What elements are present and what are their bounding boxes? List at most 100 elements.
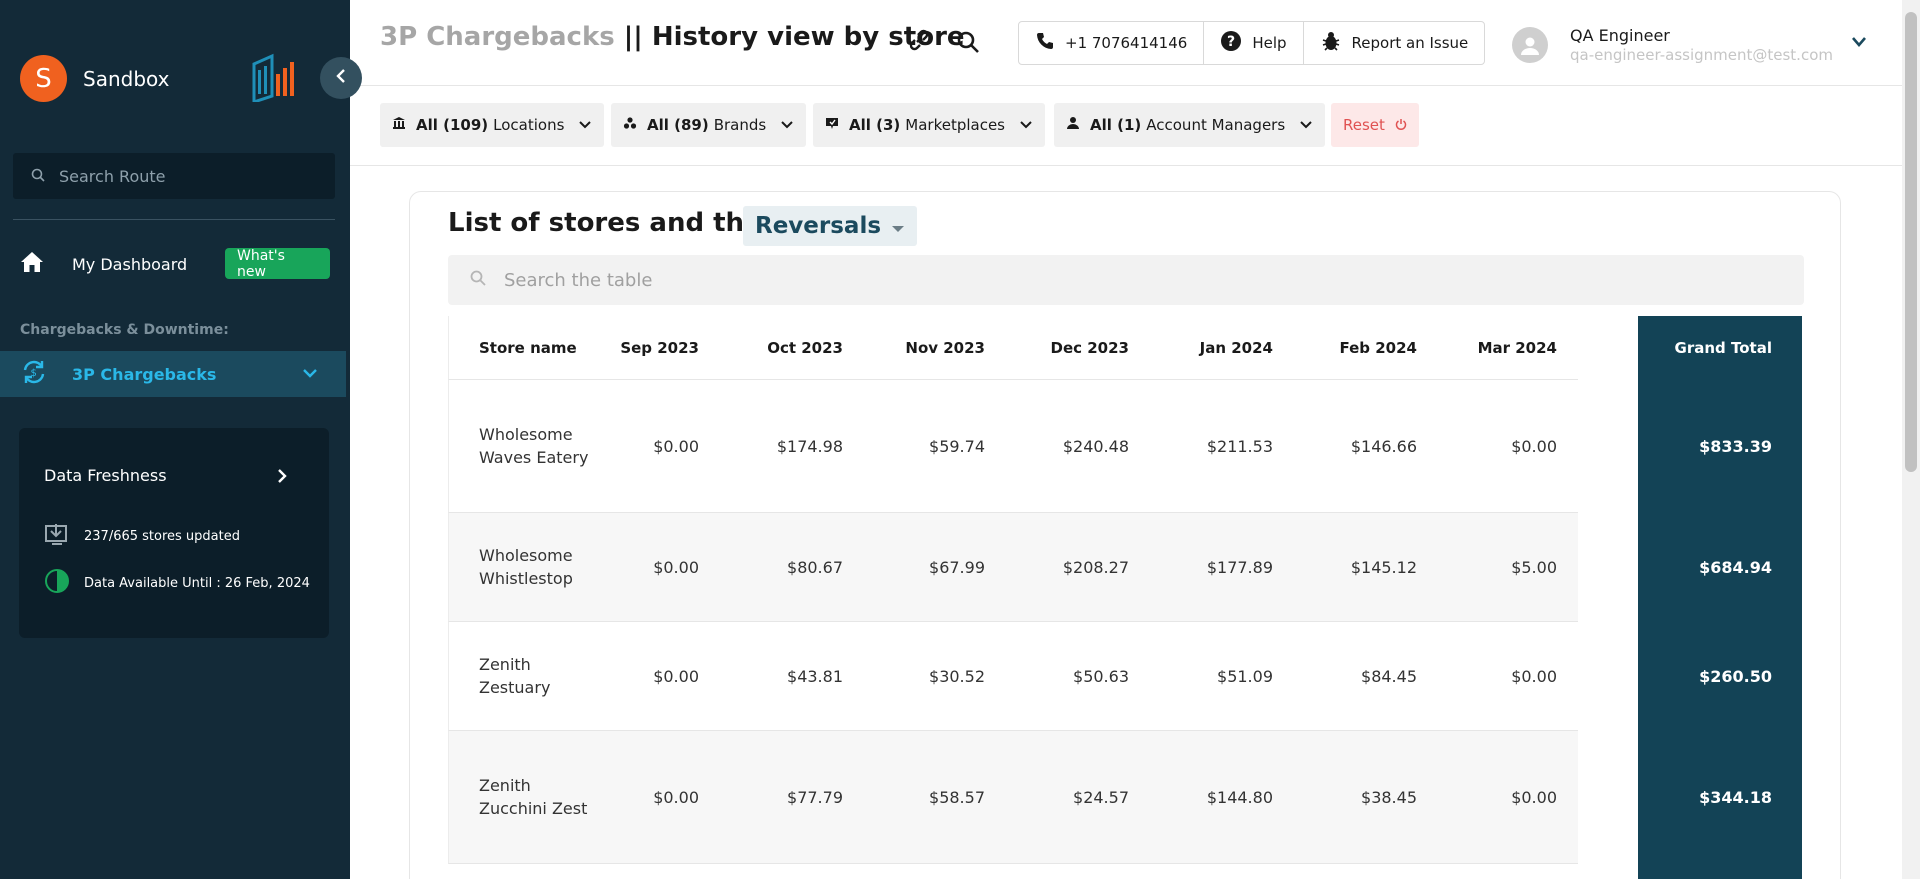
table-cell: $0.00	[1511, 666, 1557, 686]
table-cell: $0.00	[653, 787, 699, 807]
sidebar-item-dashboard[interactable]: My Dashboard What's new	[20, 248, 330, 280]
search-icon	[470, 270, 486, 290]
table-header: Store name Sep 2023 Oct 2023 Nov 2023 De…	[448, 316, 1578, 380]
help-label: Help	[1252, 34, 1287, 52]
column-header[interactable]: Jan 2024	[1139, 316, 1273, 380]
filter-count: All (3)	[849, 116, 901, 134]
store-name: Zenith Zestuary	[479, 655, 551, 697]
filter-count: All (1)	[1090, 116, 1142, 134]
filter-locations[interactable]: All (109) Locations	[380, 103, 605, 147]
table-cell: $174.98	[776, 436, 843, 456]
table-cell: $51.09	[1217, 666, 1273, 686]
table-cell: $240.48	[1062, 436, 1129, 456]
data-freshness-card: Data Freshness 237/665 stores updated Da…	[19, 428, 329, 638]
filter-marketplaces[interactable]: All (3) Marketplaces	[813, 103, 1045, 147]
card-title: List of stores and their	[448, 208, 784, 238]
column-header[interactable]: Oct 2023	[709, 316, 843, 380]
reset-button[interactable]: Reset	[1331, 103, 1419, 147]
header-actions: +1 7076414146 ? Help Report an Issue	[1018, 21, 1486, 65]
data-available-text: Data Available Until : 26 Feb, 2024	[84, 575, 310, 591]
help-icon: ?	[1220, 30, 1242, 56]
filter-brands[interactable]: All (89) Brands	[611, 103, 807, 147]
table-cell: $58.57	[929, 787, 985, 807]
download-icon	[44, 522, 70, 550]
sidebar-divider	[13, 219, 335, 220]
search-route-placeholder: Search Route	[59, 166, 166, 186]
svg-text:$: $	[31, 368, 37, 379]
filter-account-managers[interactable]: All (1) Account Managers	[1054, 103, 1326, 147]
page-title-separator: ||	[614, 22, 652, 52]
chevron-down-icon[interactable]	[1850, 34, 1868, 53]
sidebar-item-label: My Dashboard	[72, 254, 188, 274]
grand-total-cell: $833.39	[1699, 437, 1772, 456]
table-row[interactable]: Zenith Zucchini Zest $0.00 $77.79 $58.57…	[448, 731, 1578, 864]
sidebar: S Sandbox Search Route My Dashboard What…	[0, 0, 350, 879]
collapse-sidebar-button[interactable]	[320, 57, 362, 99]
data-freshness-title: Data Freshness	[44, 466, 167, 485]
person-icon	[1066, 116, 1080, 134]
filter-name: Brands	[713, 116, 767, 134]
grand-total-cell: $344.18	[1699, 788, 1772, 807]
data-available-row: Data Available Until : 26 Feb, 2024	[44, 568, 310, 598]
user-email: qa-engineer-assignment@test.com	[1570, 46, 1833, 64]
filter-name: Account Managers	[1146, 116, 1286, 134]
table-cell: $144.80	[1206, 787, 1273, 807]
search-icon	[31, 167, 45, 186]
table-cell: $84.45	[1361, 666, 1417, 686]
filter-name: Marketplaces	[905, 116, 1005, 134]
table-row[interactable]: Wholesome Waves Eatery $0.00 $174.98 $59…	[448, 380, 1578, 513]
sidebar-item-label: 3P Chargebacks	[72, 364, 217, 384]
chevron-down-icon	[1299, 116, 1313, 134]
page-scrollbar[interactable]	[1902, 0, 1920, 879]
sidebar-item-3p-chargebacks[interactable]: $ 3P Chargebacks	[0, 351, 346, 397]
table-cell: $59.74	[929, 436, 985, 456]
chevron-right-icon[interactable]	[274, 466, 290, 490]
column-header[interactable]: Dec 2023	[995, 316, 1130, 380]
table-search-input[interactable]: Search the table	[448, 255, 1804, 305]
column-header[interactable]: Feb 2024	[1283, 316, 1417, 380]
scrollbar-thumb[interactable]	[1905, 12, 1917, 472]
workspace-switcher[interactable]: S Sandbox	[20, 55, 169, 102]
filter-bar: All (109) Locations All (89) Brands All …	[350, 86, 1902, 166]
table-cell: $146.66	[1350, 436, 1417, 456]
stores-card: List of stores and their Reversals Searc…	[409, 191, 1841, 879]
sync-icon: $	[20, 358, 48, 390]
help-button[interactable]: ? Help	[1204, 22, 1304, 64]
column-header[interactable]: Store name	[479, 316, 577, 380]
svg-text:?: ?	[1227, 34, 1235, 50]
user-name: QA Engineer	[1570, 26, 1670, 45]
filter-name: Locations	[493, 116, 565, 134]
table-cell: $24.57	[1073, 787, 1129, 807]
stores-updated-text: 237/665 stores updated	[84, 528, 240, 544]
table-cell: $0.00	[653, 436, 699, 456]
table-search-placeholder: Search the table	[504, 269, 653, 291]
column-header[interactable]: Sep 2023	[589, 316, 699, 380]
table-cell: $80.67	[787, 557, 843, 577]
table-cell: $145.12	[1350, 557, 1417, 577]
chevron-left-icon	[334, 68, 348, 88]
bank-icon	[392, 116, 406, 134]
report-issue-button[interactable]: Report an Issue	[1304, 22, 1485, 64]
bug-icon	[1320, 30, 1342, 56]
grand-total-cell: $260.50	[1699, 667, 1772, 686]
column-header[interactable]: Nov 2023	[853, 316, 985, 380]
link-icon[interactable]	[906, 27, 932, 57]
table-row[interactable]: Zenith Zestuary $0.00 $43.81 $30.52 $50.…	[448, 622, 1578, 731]
reset-label: Reset	[1343, 116, 1385, 134]
chevron-down-icon[interactable]	[300, 363, 320, 387]
grand-total-header[interactable]: Grand Total	[1638, 316, 1802, 380]
search-icon[interactable]	[956, 30, 980, 58]
table-cell: $38.45	[1361, 787, 1417, 807]
table-cell: $211.53	[1206, 436, 1273, 456]
filter-count: All (89)	[647, 116, 709, 134]
table-cell: $43.81	[787, 666, 843, 686]
column-header[interactable]: Mar 2024	[1427, 316, 1557, 380]
metric-selected-value: Reversals	[755, 213, 882, 239]
metric-select[interactable]: Reversals	[743, 206, 918, 246]
table-cell: $30.52	[929, 666, 985, 686]
search-route-input[interactable]: Search Route	[13, 153, 335, 199]
table-row[interactable]: Wholesome Whistlestop $0.00 $80.67 $67.9…	[448, 513, 1578, 622]
whats-new-button[interactable]: What's new	[225, 248, 330, 280]
phone-number: +1 7076414146	[1065, 34, 1188, 52]
phone-button[interactable]: +1 7076414146	[1019, 22, 1205, 64]
